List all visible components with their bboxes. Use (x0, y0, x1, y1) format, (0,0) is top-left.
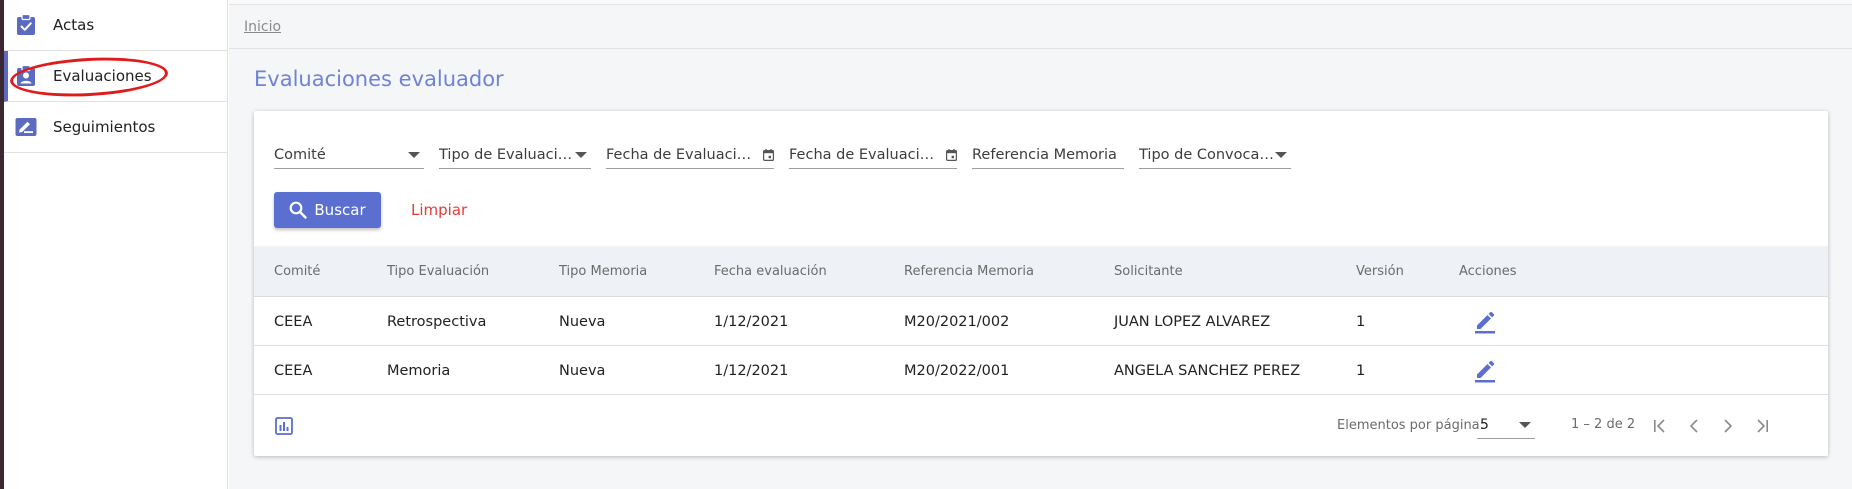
sidebar-item-actas[interactable]: Actas (4, 0, 227, 51)
column-header-acciones: Acciones (1459, 263, 1517, 279)
fecha-evaluacion-desde-label: Fecha de Evaluación De... (606, 146, 757, 163)
cell-comite: CEEA (274, 313, 313, 330)
cell-tipo-evaluacion: Retrospectiva (387, 313, 487, 330)
cell-tipo-memoria: Nueva (559, 362, 606, 379)
chevron-down-icon (408, 151, 420, 158)
breadcrumb-home-link[interactable]: Inicio (244, 19, 281, 35)
buscar-button[interactable]: Buscar (274, 192, 381, 228)
table-header-row: Comité Tipo Evaluación Tipo Memoria Fech… (254, 246, 1828, 297)
sidebar: Actas Evaluaciones Seguimientos (4, 0, 228, 489)
comite-select-label: Comité (274, 146, 326, 163)
fecha-evaluacion-hasta-label: Fecha de Evaluación Ha... (789, 146, 940, 163)
tipo-evaluacion-select-label: Tipo de Evaluación (439, 146, 575, 163)
filter-actions: Buscar Limpiar (274, 192, 467, 228)
edit-icon[interactable] (1474, 359, 1496, 383)
cell-fecha-evaluacion: 1/12/2021 (714, 313, 789, 330)
column-header-referencia-memoria[interactable]: Referencia Memoria (904, 246, 1034, 296)
last-page-icon[interactable] (1747, 411, 1777, 441)
column-header-version[interactable]: Versión (1356, 246, 1404, 296)
search-icon (289, 201, 308, 219)
breadcrumb: Inicio (229, 5, 1852, 49)
limpiar-button[interactable]: Limpiar (411, 201, 467, 219)
buscar-button-label: Buscar (314, 201, 366, 219)
cell-referencia-memoria: M20/2022/001 (904, 362, 1010, 379)
chevron-down-icon (1275, 151, 1287, 158)
column-header-fecha-evaluacion[interactable]: Fecha evaluación (714, 246, 827, 296)
sidebar-item-label: Seguimientos (53, 118, 156, 136)
cell-fecha-evaluacion: 1/12/2021 (714, 362, 789, 379)
table-row: CEEA Retrospectiva Nueva 1/12/2021 M20/2… (254, 298, 1828, 346)
evaluaciones-card: Comité Tipo de Evaluación Fecha de Evalu… (254, 111, 1828, 456)
column-header-tipo-evaluacion[interactable]: Tipo Evaluación (387, 246, 489, 296)
next-page-icon[interactable] (1713, 411, 1743, 441)
cell-version: 1 (1356, 362, 1366, 379)
items-per-page-value: 5 (1480, 417, 1489, 433)
calendar-icon[interactable] (946, 148, 957, 161)
sidebar-item-label: Actas (53, 16, 95, 34)
person-badge-icon (14, 64, 38, 88)
pagination-range: 1 – 2 de 2 (1571, 417, 1636, 432)
referencia-memoria-input[interactable]: Referencia Memoria (972, 141, 1124, 169)
referencia-memoria-label: Referencia Memoria (972, 146, 1117, 163)
cell-version: 1 (1356, 313, 1366, 330)
cell-tipo-memoria: Nueva (559, 313, 606, 330)
page-title: Evaluaciones evaluador (254, 67, 504, 91)
tipo-convocatoria-select-label: Tipo de Convocatoria (1139, 146, 1275, 163)
cell-tipo-evaluacion: Memoria (387, 362, 451, 379)
sidebar-item-seguimientos[interactable]: Seguimientos (4, 102, 227, 153)
sidebar-item-evaluaciones[interactable]: Evaluaciones (4, 51, 227, 102)
cell-solicitante: ANGELA SANCHEZ PEREZ (1114, 362, 1301, 379)
bar-chart-icon[interactable] (275, 417, 293, 435)
first-page-icon[interactable] (1645, 411, 1675, 441)
tipo-evaluacion-select[interactable]: Tipo de Evaluación (439, 141, 591, 169)
edit-icon[interactable] (1474, 310, 1496, 334)
table-footer: Elementos por página: 5 1 – 2 de 2 (254, 395, 1828, 456)
items-per-page-select[interactable]: 5 (1477, 412, 1535, 439)
sidebar-item-label: Evaluaciones (53, 67, 152, 85)
cell-referencia-memoria: M20/2021/002 (904, 313, 1010, 330)
tipo-convocatoria-select[interactable]: Tipo de Convocatoria (1139, 141, 1291, 169)
calendar-icon[interactable] (763, 148, 774, 161)
column-header-solicitante[interactable]: Solicitante (1114, 246, 1183, 296)
column-header-tipo-memoria[interactable]: Tipo Memoria (559, 246, 647, 296)
cell-solicitante: JUAN LOPEZ ALVAREZ (1114, 313, 1271, 330)
chevron-down-icon (1519, 422, 1531, 428)
previous-page-icon[interactable] (1679, 411, 1709, 441)
comite-select[interactable]: Comité (274, 141, 424, 169)
cell-comite: CEEA (274, 362, 313, 379)
edit-note-icon (14, 115, 38, 139)
column-header-comite[interactable]: Comité (274, 246, 320, 296)
filters-row: Comité Tipo de Evaluación Fecha de Evalu… (274, 141, 1306, 169)
chevron-down-icon (575, 151, 587, 158)
main-content: Inicio Evaluaciones evaluador Comité Tip… (229, 0, 1852, 489)
fecha-evaluacion-hasta-field[interactable]: Fecha de Evaluación Ha... (789, 141, 957, 169)
clipboard-check-icon (14, 13, 38, 37)
fecha-evaluacion-desde-field[interactable]: Fecha de Evaluación De... (606, 141, 774, 169)
table-row: CEEA Memoria Nueva 1/12/2021 M20/2022/00… (254, 347, 1828, 395)
items-per-page-label: Elementos por página: (1337, 418, 1485, 433)
